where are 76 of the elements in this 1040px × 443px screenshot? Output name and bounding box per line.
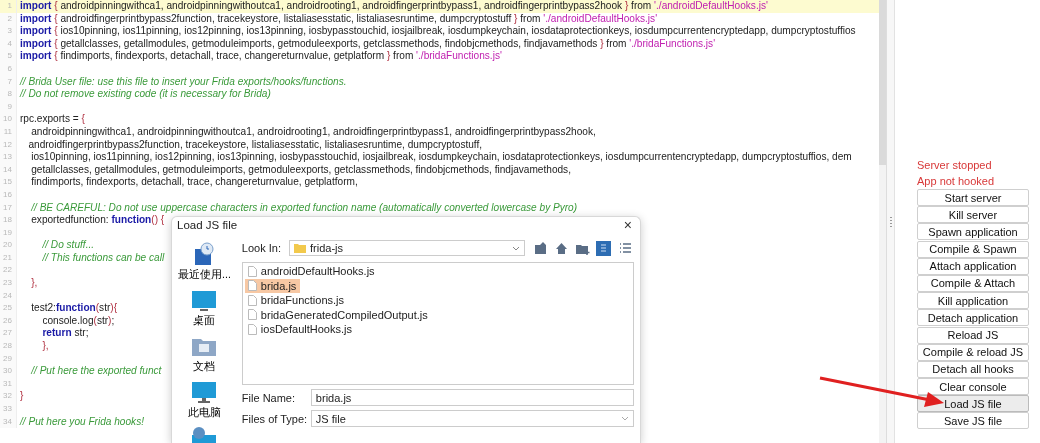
- scrollbar-thumb[interactable]: [879, 0, 886, 165]
- file-item[interactable]: androidDefaultHooks.js: [244, 264, 379, 279]
- code-line: findimports, findexports, detachall, trace, changereturnvalue, getplatform,: [30, 176, 358, 189]
- home-icon[interactable]: [554, 240, 569, 256]
- caret-icon: [512, 245, 520, 251]
- code-line: ios10pinning, ios11pinning, ios12pinning, ios13pinning, iosbypasstouchid, iosjailbreak, iosdumpkeychain, iosdataprotectionkeys, iosdumpcurrentencryptedapp, dumpcryptostuffios, dem: [30, 151, 852, 164]
- code-line: import { ios10pinning, ios11pinning, ios12pinning, ios13pinning, iosbypasstouchid, iosjailbreak, iosdumpkeychain, iosdataprotectionkeys, iosdumpcurrentencryptedapp, dumpcryptostuffios: [19, 25, 856, 38]
- code-line: // BE CAREFUL: Do not use uppercase characters in exported function name (automatically converted lowercase by Pyro): [30, 201, 578, 215]
- list-view-icon[interactable]: [596, 240, 611, 256]
- document-icon: [247, 265, 257, 277]
- code-line: test2:function(str){: [30, 302, 118, 315]
- file-type-label: Files of Type:: [241, 412, 309, 425]
- code-line: // Brida User file: use this file to insert your Frida exports/hooks/functions.: [18, 75, 347, 89]
- action-button[interactable]: Start server: [917, 189, 1029, 206]
- code-line: getallclasses, getallmodules, getmoduleimports, getmoduleexports, getclassmethods, findobjcmethods, findjavamethods,: [30, 163, 571, 177]
- code-line: // Put here you Frida hooks!: [18, 415, 144, 429]
- line-number: 15: [0, 176, 17, 189]
- status-text: Server stopped: [917, 158, 993, 173]
- code-line: import { getallclasses, getallmodules, getmoduleimports, getmoduleexports, getclassmethods, findobjcmethods, findjavamethods } from './bridaFunctions.js': [19, 37, 716, 51]
- code-line: androidpinningwithca1, androidpinningwithoutca1, androidrooting1, androidfingerprintbypass1, androidfingerprintbypass2hook,: [30, 125, 596, 139]
- code-line: import { androidpinningwithca1, androidpinningwithoutca1, androidrooting1, androidfingerprintbypass1, androidfingerprintbypass2hook } from './androidDefaultHooks.js': [19, 0, 768, 13]
- line-number: 18: [0, 214, 17, 227]
- file-item[interactable]: brida.js: [244, 278, 301, 293]
- place-item[interactable]: 最近使用...: [178, 241, 231, 282]
- code-line: // Put here the exported funct: [30, 365, 162, 378]
- action-button[interactable]: Spawn application: [917, 223, 1029, 241]
- code-line: rpc.exports = {: [19, 113, 85, 126]
- caret-icon: [621, 416, 629, 421]
- folder-up-icon[interactable]: [533, 240, 548, 256]
- file-item[interactable]: iosDefaultHooks.js: [244, 322, 356, 337]
- action-button[interactable]: Save JS file: [917, 412, 1029, 430]
- computer-monitor-icon[interactable]: [190, 379, 219, 405]
- action-button[interactable]: Reload JS: [917, 326, 1029, 344]
- file-name-label: File Name:: [241, 391, 297, 404]
- status-text: App not hooked: [917, 174, 996, 189]
- action-button[interactable]: Kill application: [917, 292, 1029, 310]
- file-item[interactable]: bridaFunctions.js: [244, 293, 348, 308]
- code-line: import { findimports, findexports, detachall, trace, changereturnvalue, getplatform } from './bridaFunctions.js': [19, 50, 502, 63]
- place-item[interactable]: 文档: [190, 333, 219, 374]
- close-button[interactable]: ×: [621, 217, 634, 233]
- line-number: 13: [0, 151, 17, 164]
- line-number: 10: [0, 113, 17, 126]
- look-in-label: Look In:: [241, 242, 281, 254]
- line-number: 22: [0, 264, 17, 278]
- code-line: console.log(str);: [41, 314, 115, 328]
- code-line: return str;: [41, 327, 89, 341]
- file-name-field[interactable]: brida.js: [310, 389, 634, 406]
- place-item[interactable]: 此电脑: [187, 379, 221, 420]
- document-icon: [247, 280, 257, 292]
- code-line: import { androidfingerprintbypass2function, tracekeystore, listaliasesstatic, listaliasesruntime, dumpcryptostuff } from './androidDefaultHooks.js': [19, 12, 658, 26]
- look-in-dropdown[interactable]: frida-js: [289, 240, 525, 256]
- code-line: },: [41, 340, 49, 353]
- file-item[interactable]: bridaGeneratedCompiledOutput.js: [244, 307, 432, 322]
- code-line: // Do not remove existing code (it is necessary for Brida): [18, 88, 271, 101]
- code-line: }: [19, 390, 24, 403]
- code-line: exportedfunction: function() {: [30, 214, 165, 227]
- place-item[interactable]: 桌面: [190, 287, 219, 328]
- code-line: },: [30, 277, 38, 290]
- document-icon: [247, 323, 257, 335]
- action-button[interactable]: Detach application: [917, 309, 1029, 327]
- file-type-dropdown[interactable]: JS file: [310, 410, 634, 427]
- action-button[interactable]: Load JS file: [917, 395, 1029, 413]
- code-line: // Do stuff...: [41, 239, 95, 252]
- action-button[interactable]: Clear console: [917, 378, 1029, 396]
- folder-icon: [294, 243, 306, 253]
- splitter-grip-icon[interactable]: [889, 216, 892, 227]
- network-computer-icon[interactable]: [190, 425, 219, 443]
- details-view-icon[interactable]: [617, 240, 632, 256]
- action-button[interactable]: Compile & Spawn: [917, 240, 1029, 258]
- document-icon: [247, 294, 257, 306]
- action-button[interactable]: Kill server: [917, 206, 1029, 224]
- dialog-title: Load JS file: [177, 219, 238, 231]
- code-line: // This functions can be call: [41, 251, 165, 265]
- code-line: androidfingerprintbypass2function, tracekeystore, listaliasesstatic, listaliasesruntime, dumpcryptostuff,: [27, 138, 483, 152]
- line-number: 32: [0, 390, 17, 403]
- document-icon: [247, 309, 257, 321]
